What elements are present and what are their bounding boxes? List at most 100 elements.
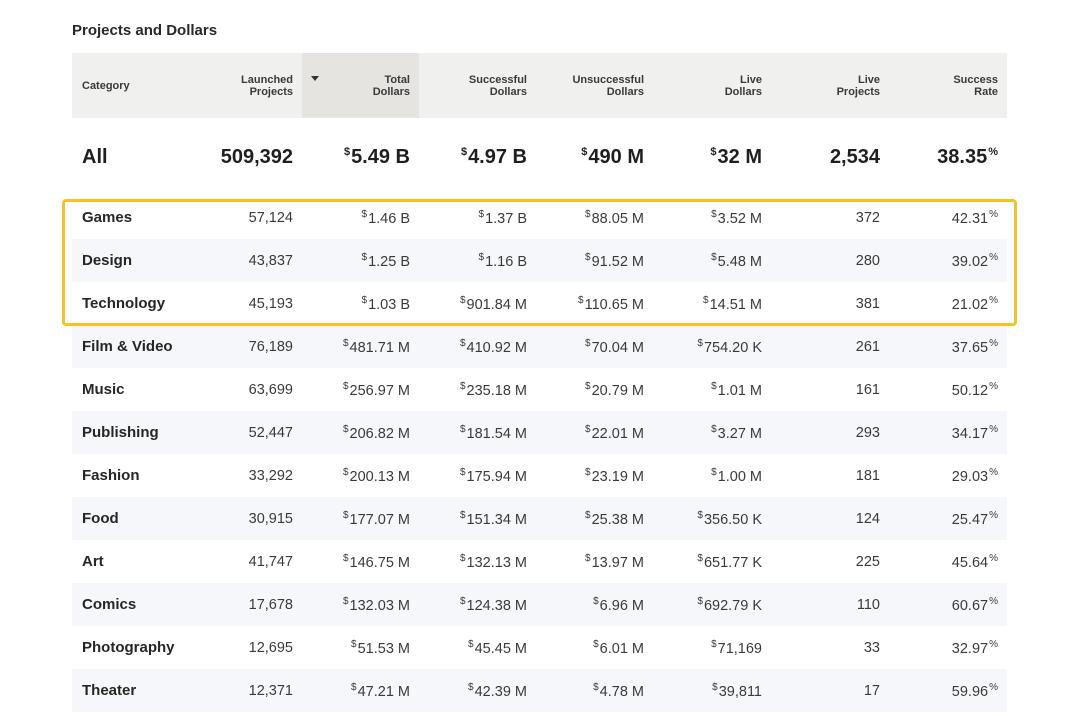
row-total-dollars: $177.07 M [342, 509, 410, 528]
table-row[interactable]: Food 30,915 $177.07 M $151.34 M $25.38 M $356… [72, 497, 1007, 540]
row-live-dollars: $3.52 M [711, 208, 762, 227]
row-successful-dollars: $235.18 M [459, 380, 527, 399]
row-launched: 52,447 [248, 424, 293, 441]
row-total-dollars: $132.03 M [342, 595, 410, 614]
row-category: Photography [82, 639, 175, 656]
row-category: Theater [82, 682, 137, 699]
row-live-projects: 17 [863, 682, 880, 699]
totals-category: All [82, 145, 108, 168]
header-success-rate[interactable]: Success Rate [889, 53, 1007, 118]
row-live-dollars: $692.79 K [697, 595, 762, 614]
row-total-dollars: $206.82 M [342, 423, 410, 442]
row-live-projects: 33 [863, 639, 880, 656]
row-category: Publishing [82, 424, 159, 441]
row-launched: 17,678 [248, 596, 293, 613]
row-launched: 33,292 [248, 467, 293, 484]
row-launched: 76,189 [248, 338, 293, 355]
row-unsuccessful-dollars: $91.52 M [585, 251, 644, 270]
row-category: Comics [82, 596, 137, 613]
row-success-rate: 50.12% [951, 380, 998, 399]
row-unsuccessful-dollars: $23.19 M [585, 466, 644, 485]
row-launched: 12,695 [248, 639, 293, 656]
totals-live-projects: 2,534 [829, 145, 880, 168]
row-success-rate: 21.02% [951, 294, 998, 313]
totals-successful-dollars: $4.97 B [460, 145, 527, 168]
table-row[interactable]: Photography 12,695 $51.53 M $45.45 M $6.01 M… [72, 626, 1007, 669]
row-successful-dollars: $132.13 M [459, 552, 527, 571]
row-success-rate: 59.96% [951, 681, 998, 700]
row-success-rate: 25.47% [951, 509, 998, 528]
row-category: Design [82, 252, 133, 269]
row-live-dollars: $5.48 M [711, 251, 762, 270]
row-live-projects: 381 [855, 295, 880, 312]
row-launched: 41,747 [248, 553, 293, 570]
row-unsuccessful-dollars: $70.04 M [585, 337, 644, 356]
row-live-dollars: $356.50 K [697, 509, 762, 528]
row-live-projects: 110 [856, 596, 880, 613]
row-live-projects: 181 [855, 467, 880, 484]
table-row[interactable]: Comics 17,678 $132.03 M $124.38 M $6.96 M $69… [72, 583, 1007, 626]
row-successful-dollars: $124.38 M [459, 595, 527, 614]
row-live-dollars: $3.27 M [711, 423, 762, 442]
row-total-dollars: $256.97 M [342, 380, 410, 399]
row-live-projects: 161 [855, 381, 880, 398]
totals-live-dollars: $32 M [710, 145, 762, 168]
row-live-dollars: $14.51 M [703, 294, 762, 313]
row-unsuccessful-dollars: $22.01 M [585, 423, 644, 442]
row-successful-dollars: $1.16 B [478, 251, 527, 270]
row-total-dollars: $51.53 M [351, 638, 410, 657]
row-success-rate: 37.65% [951, 337, 998, 356]
row-success-rate: 32.97% [951, 638, 998, 657]
projects-table: Category Launched Projects Total Dollars… [72, 53, 1007, 712]
table-row[interactable]: Design 43,837 $1.25 B $1.16 B $91.52 M $5.48 … [72, 239, 1007, 282]
row-live-projects: 372 [855, 209, 880, 226]
header-successful-dollars[interactable]: Successful Dollars [419, 53, 536, 118]
table-row[interactable]: Technology 45,193 $1.03 B $901.84 M $110.65 … [72, 282, 1007, 325]
row-unsuccessful-dollars: $25.38 M [585, 509, 644, 528]
totals-launched: 509,392 [220, 145, 293, 168]
header-total-dollars[interactable]: Total Dollars [302, 53, 419, 118]
totals-unsuccessful-dollars: $490 M [581, 145, 644, 168]
header-unsuccessful-dollars[interactable]: Unsuccessful Dollars [536, 53, 653, 118]
row-launched: 12,371 [248, 682, 293, 699]
table-row[interactable]: Music 63,699 $256.97 M $235.18 M $20.79 M $1.… [72, 368, 1007, 411]
row-launched: 43,837 [248, 252, 293, 269]
row-live-projects: 293 [855, 424, 880, 441]
table-row[interactable]: Publishing 52,447 $206.82 M $181.54 M $22.01… [72, 411, 1007, 454]
table-row[interactable]: Fashion 33,292 $200.13 M $175.94 M $23.19 M $… [72, 454, 1007, 497]
row-category: Food [82, 510, 119, 527]
row-success-rate: 45.64% [951, 552, 998, 571]
header-launched-projects[interactable]: Launched Projects [202, 53, 302, 118]
row-successful-dollars: $410.92 M [459, 337, 527, 356]
row-category: Art [82, 553, 104, 570]
header-live-dollars[interactable]: Live Dollars [653, 53, 771, 118]
row-total-dollars: $1.46 B [361, 208, 410, 227]
header-category[interactable]: Category [72, 53, 202, 118]
table-row[interactable]: Games 57,124 $1.46 B $1.37 B $88.05 M $3.52 M… [72, 196, 1007, 239]
table-row[interactable]: Theater 12,371 $47.21 M $42.39 M $4.78 M $39,… [72, 669, 1007, 712]
row-total-dollars: $481.71 M [342, 337, 410, 356]
row-successful-dollars: $1.37 B [478, 208, 527, 227]
row-live-dollars: $651.77 K [697, 552, 762, 571]
row-launched: 45,193 [248, 295, 293, 312]
row-total-dollars: $1.03 B [361, 294, 410, 313]
totals-success-rate: 38.35% [937, 145, 998, 168]
row-launched: 30,915 [248, 510, 293, 527]
row-live-dollars: $71,169 [711, 638, 762, 657]
row-live-projects: 261 [855, 338, 880, 355]
row-unsuccessful-dollars: $6.01 M [593, 638, 644, 657]
row-live-dollars: $39,811 [712, 681, 762, 700]
row-category: Fashion [82, 467, 140, 484]
header-live-projects[interactable]: Live Projects [771, 53, 889, 118]
row-success-rate: 42.31% [951, 208, 998, 227]
row-live-projects: 124 [855, 510, 880, 527]
table-row[interactable]: Film & Video 76,189 $481.71 M $410.92 M $70.… [72, 325, 1007, 368]
row-success-rate: 39.02% [951, 251, 998, 270]
row-category: Games [82, 209, 133, 226]
table-header: Category Launched Projects Total Dollars… [72, 53, 1007, 118]
row-successful-dollars: $45.45 M [468, 638, 527, 657]
row-live-projects: 225 [855, 553, 880, 570]
table-row[interactable]: Art 41,747 $146.75 M $132.13 M $13.97 M $651.… [72, 540, 1007, 583]
totals-row: All 509,392 $5.49 B $4.97 B $490 M $32 M… [72, 118, 1007, 196]
row-successful-dollars: $175.94 M [459, 466, 527, 485]
